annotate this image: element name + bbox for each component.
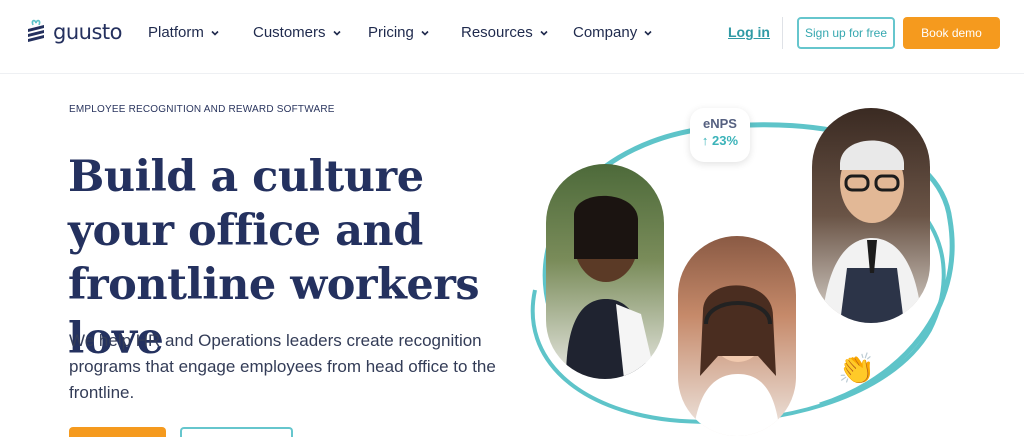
enps-label: eNPS	[703, 116, 737, 131]
photo-healthcare-worker	[546, 164, 664, 379]
login-link[interactable]: Log in	[728, 24, 770, 40]
guusto-logo[interactable]: guusto	[25, 18, 122, 46]
call-center-worker-figure	[693, 285, 780, 436]
chevron-down-icon	[540, 30, 548, 36]
enps-badge: eNPS ↑ 23%	[690, 108, 750, 162]
nav-item-customers[interactable]: Customers	[253, 24, 342, 41]
clapping-hands-icon: 👏	[838, 353, 876, 386]
book-demo-button[interactable]: Book demo	[903, 17, 1000, 49]
nav-item-label: Platform	[148, 24, 204, 41]
nav-item-resources[interactable]: Resources	[461, 24, 549, 41]
chevron-down-icon	[211, 30, 219, 36]
restaurant-worker-figure	[822, 140, 922, 323]
enps-value: ↑ 23%	[701, 133, 739, 148]
nav-item-platform[interactable]: Platform	[148, 24, 220, 41]
guusto-logo-icon	[28, 19, 44, 42]
brand-name: guusto	[53, 20, 122, 44]
photo-restaurant-worker	[812, 108, 930, 323]
hero-subtext: We help HR and Operations leaders create…	[69, 331, 496, 402]
healthcare-worker-figure	[566, 195, 656, 379]
primary-cta-button[interactable]	[69, 427, 166, 437]
nav-item-pricing[interactable]: Pricing	[368, 24, 430, 41]
photo-call-center-worker	[678, 236, 796, 436]
chevron-down-icon	[421, 30, 429, 36]
top-navigation: guusto Platform Customers Pricing Resour…	[0, 0, 1024, 74]
nav-item-company[interactable]: Company	[573, 24, 653, 41]
hero-eyebrow: EMPLOYEE RECOGNITION AND REWARD SOFTWARE	[69, 104, 335, 115]
nav-item-label: Company	[573, 24, 638, 41]
nav-item-label: Customers	[253, 24, 326, 41]
nav-item-label: Pricing	[368, 24, 414, 41]
nav-divider	[782, 17, 783, 49]
nav-item-label: Resources	[461, 24, 533, 41]
secondary-cta-button[interactable]	[180, 427, 293, 437]
signup-button[interactable]: Sign up for free	[797, 17, 895, 49]
chevron-down-icon	[332, 30, 341, 36]
chevron-down-icon	[644, 30, 652, 36]
